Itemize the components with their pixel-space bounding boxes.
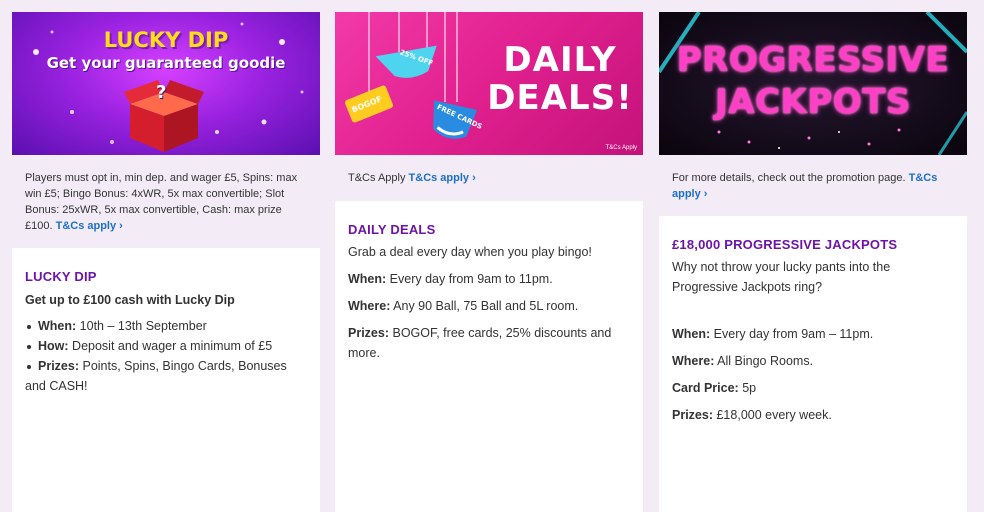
list-item: When: 10th – 13th September — [25, 316, 307, 336]
terms-text: Players must opt in, min dep. and wager … — [12, 155, 320, 248]
daily-deals-banner[interactable]: 25% OFF BOGOF FREE CARDS DAILY DEALS! T&… — [335, 12, 643, 155]
terms-text: T&Cs Apply T&Cs apply — [335, 155, 643, 201]
detail-card-price: Card Price: 5p — [672, 381, 757, 395]
list-item: How: Deposit and wager a minimum of £5 — [25, 336, 307, 356]
promo-lead: Get up to £100 cash with Lucky Dip — [25, 293, 235, 307]
promo-card-progressive-jackpots: PROGRESSIVE JACKPOTS For more details, c… — [659, 12, 967, 512]
promo-title: DAILY DEALS — [348, 222, 436, 237]
banner-subtitle: Get your guaranteed goodie — [46, 54, 286, 72]
banner-title-line2: DEALS! — [487, 78, 633, 118]
promo-title: LUCKY DIP — [25, 269, 97, 284]
terms-body: For more details, check out the promotio… — [672, 172, 906, 184]
detail-when: When: Every day from 9am – 11pm. — [672, 327, 874, 341]
detail-prizes: Prizes: BOGOF, free cards, 25% discounts… — [348, 326, 612, 360]
detail-where: Where: Any 90 Ball, 75 Ball and 5L room. — [348, 299, 579, 313]
question-mark-icon: ? — [156, 82, 167, 103]
promo-lead: Grab a deal every day when you play bing… — [348, 245, 592, 259]
detail-where: Where: All Bingo Rooms. — [672, 354, 814, 368]
lucky-dip-banner[interactable]: LUCKY DIP Get your guaranteed goodie ? — [12, 12, 320, 155]
promo-card-daily-deals: 25% OFF BOGOF FREE CARDS DAILY DEALS! T&… — [335, 12, 643, 512]
banner-title-line1: DAILY — [503, 40, 617, 80]
detail-prizes: Prizes: £18,000 every week. — [672, 408, 832, 422]
promo-title: £18,000 PROGRESSIVE JACKPOTS — [672, 237, 898, 252]
tcs-apply-link[interactable]: T&Cs apply — [409, 172, 476, 184]
list-item: Prizes: Points, Spins, Bingo Cards, Bonu… — [25, 356, 307, 396]
promo-lead: Why not throw your lucky pants into the … — [672, 260, 891, 294]
terms-body: T&Cs Apply — [348, 172, 406, 184]
promo-card-lucky-dip: LUCKY DIP Get your guaranteed goodie ? P… — [12, 12, 320, 512]
promo-details-list: When: 10th – 13th September How: Deposit… — [25, 316, 307, 396]
tcs-apply-link[interactable]: T&Cs apply — [56, 220, 123, 232]
terms-text: For more details, check out the promotio… — [659, 155, 967, 216]
detail-when: When: Every day from 9am to 11pm. — [348, 272, 553, 286]
progressive-jackpots-banner[interactable]: PROGRESSIVE JACKPOTS — [659, 12, 967, 155]
banner-title-line2: JACKPOTS — [715, 82, 911, 122]
banner-title: LUCKY DIP — [103, 28, 229, 52]
banner-fine-print: T&Cs Apply — [605, 145, 637, 151]
banner-title-line1: PROGRESSIVE — [676, 40, 950, 80]
